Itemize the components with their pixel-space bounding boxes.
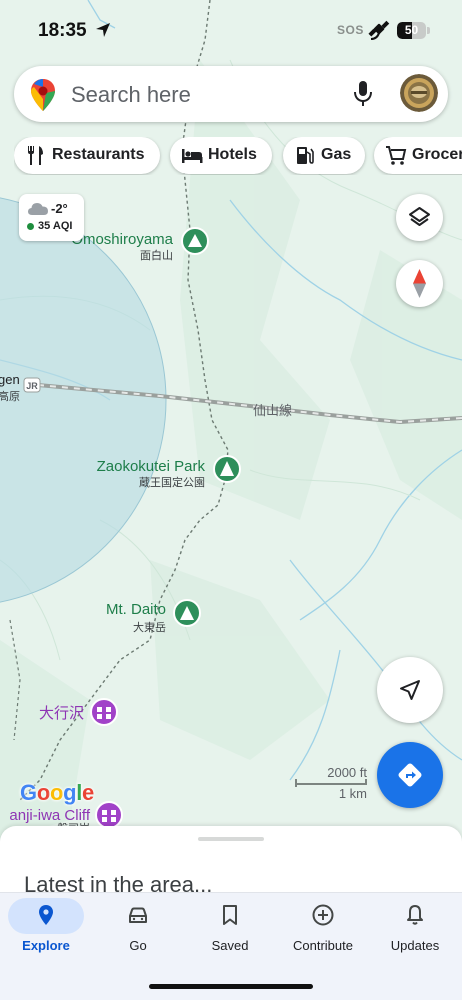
google-maps-pin-icon (31, 79, 55, 111)
place-name-ja: 蔵王国定公園 (139, 475, 205, 489)
bed-icon (182, 149, 203, 163)
air-quality-index: 35 AQI (38, 220, 73, 232)
nav-go[interactable]: Go (92, 893, 184, 963)
chip-label: Restaurants (52, 146, 145, 163)
place-name: Omoshiroyama (71, 231, 173, 248)
directions-icon (398, 763, 422, 787)
nav-label: Saved (211, 938, 249, 953)
category-chips: Restaurants Hotels Gas Groceries (14, 137, 462, 175)
fork-knife-icon (28, 146, 43, 165)
plus-circle-icon (312, 904, 334, 926)
location-services-icon (96, 23, 110, 37)
scale-metric: 1 km (338, 786, 367, 801)
bell-icon (407, 905, 423, 925)
search-bar[interactable]: Search here (14, 66, 448, 122)
nav-contribute[interactable]: Contribute (277, 893, 369, 963)
place-name-ja: 大東岳 (133, 620, 166, 634)
gas-pump-icon (297, 147, 314, 164)
place-name-ja: 面白山 (140, 248, 173, 262)
chip-hotels[interactable]: Hotels (170, 137, 272, 174)
rail-icon: JR (26, 381, 38, 391)
chip-label: Gas (321, 146, 352, 163)
station-label[interactable]: gen (0, 372, 20, 387)
aqi-indicator (27, 223, 34, 230)
place-name: Mt. Daito (106, 601, 166, 618)
place-name: anji-iwa Cliff (9, 807, 90, 824)
nav-label: Explore (22, 938, 70, 953)
avatar-image (400, 74, 438, 112)
sheet-drag-handle[interactable] (198, 837, 264, 841)
bookmark-icon (223, 905, 237, 925)
chip-gas[interactable]: Gas (283, 137, 365, 174)
nav-label: Go (129, 938, 147, 953)
sos-indicator: SOS (337, 23, 364, 37)
home-indicator[interactable] (149, 984, 313, 989)
scale-bar: 2000 ft 1 km (295, 765, 367, 805)
logo-letter: o (36, 780, 50, 805)
chip-label: Hotels (208, 146, 257, 163)
battery-level: 50 (404, 23, 419, 37)
search-input[interactable]: Search here (71, 82, 191, 108)
logo-letter: g (63, 780, 77, 805)
compass-button[interactable] (396, 260, 443, 307)
user-avatar[interactable] (400, 74, 438, 112)
microphone-icon[interactable] (352, 80, 374, 108)
car-icon (129, 907, 147, 923)
chip-groceries[interactable]: Groceries (374, 137, 462, 174)
nav-updates[interactable]: Updates (369, 893, 461, 963)
compass-icon (413, 269, 426, 298)
station-label-ja: 高原 (0, 389, 20, 403)
explore-pin-icon (39, 905, 53, 925)
nav-label: Updates (390, 938, 440, 953)
layers-icon (409, 207, 430, 226)
weather-badge[interactable]: -2° 35 AQI (19, 194, 84, 241)
bottom-sheet[interactable]: Latest in the area... (0, 826, 462, 898)
chip-label: Groceries (412, 146, 462, 163)
status-time: 18:35 (38, 20, 87, 41)
cloud-icon (28, 203, 48, 215)
my-location-arrow-icon (400, 680, 420, 700)
place-name: 大行沢 (39, 705, 84, 722)
layers-button[interactable] (396, 194, 443, 241)
nav-explore[interactable]: Explore (0, 893, 92, 963)
directions-button[interactable] (377, 742, 443, 808)
logo-letter: o (49, 780, 64, 805)
battery-indicator: 50 (397, 22, 430, 39)
place-name: Zaokokutei Park (97, 458, 206, 475)
logo-letter: e (82, 780, 94, 805)
temperature: -2° (51, 201, 68, 216)
nav-label: Contribute (293, 938, 353, 953)
status-bar: 18:35 SOS 50 (0, 0, 462, 58)
chip-restaurants[interactable]: Restaurants (14, 137, 160, 174)
google-logo: Google (20, 780, 94, 806)
my-location-button[interactable] (377, 657, 443, 723)
cart-icon (386, 146, 407, 165)
logo-letter: G (20, 780, 37, 805)
satellite-icon (368, 20, 390, 40)
rail-line-label: 仙山線 (253, 403, 292, 418)
nav-saved[interactable]: Saved (184, 893, 276, 963)
scale-imperial: 2000 ft (327, 765, 367, 780)
